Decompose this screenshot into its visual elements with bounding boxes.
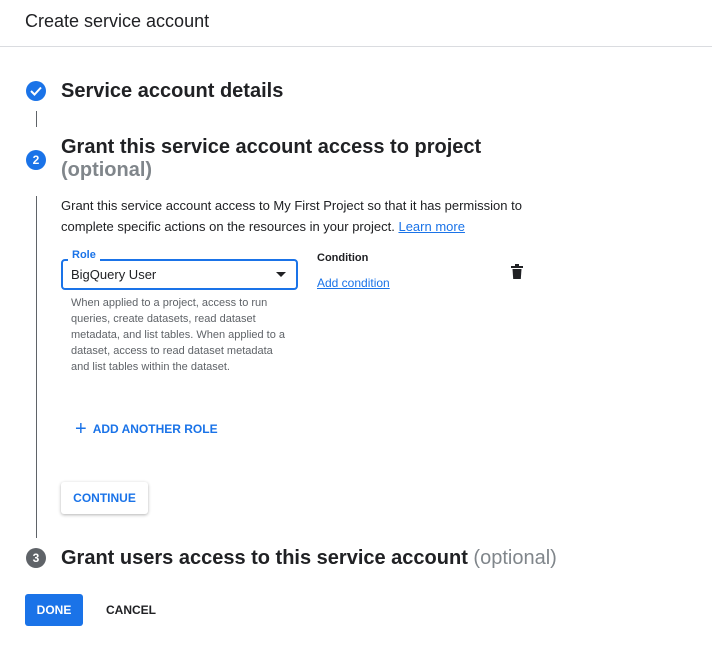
step2-title: Grant this service account access to pro… (61, 136, 481, 182)
dropdown-arrow-icon (276, 272, 286, 277)
step-connector (36, 111, 37, 127)
step3-optional-label: (optional) (473, 547, 557, 569)
check-icon (30, 86, 42, 96)
add-another-role-button[interactable]: + ADD ANOTHER ROLE (75, 418, 218, 440)
step2-description: Grant this service account access to My … (61, 195, 531, 237)
dialog-header: Create service account (0, 0, 712, 47)
step-connector (36, 196, 37, 538)
page-title: Create service account (25, 11, 210, 31)
role-helper-text: When applied to a project, access to run… (71, 297, 286, 373)
step2-title-text: Grant this service account access to pro… (61, 136, 482, 158)
role-label: Role (68, 249, 100, 261)
step2-number: 2 (26, 150, 46, 170)
step2-optional-label: (optional) (61, 159, 153, 181)
plus-icon: + (75, 418, 87, 440)
add-another-role-label: ADD ANOTHER ROLE (92, 422, 218, 436)
done-button[interactable]: DONE (25, 594, 83, 626)
learn-more-link[interactable]: Learn more (398, 219, 464, 234)
step3-title-text: Grant users access to this service accou… (61, 547, 468, 569)
add-condition-link[interactable]: Add condition (317, 276, 390, 290)
trash-icon (511, 264, 523, 279)
delete-role-button[interactable] (510, 264, 524, 285)
role-value: BigQuery User (71, 267, 157, 282)
cancel-button[interactable]: CANCEL (97, 594, 165, 626)
step3-number: 3 (26, 548, 46, 568)
continue-button[interactable]: CONTINUE (61, 482, 148, 514)
step1-complete-indicator (26, 81, 46, 101)
condition-label: Condition (317, 252, 369, 264)
step3-title[interactable]: Grant users access to this service accou… (61, 547, 557, 570)
step1-title[interactable]: Service account details (61, 80, 283, 103)
